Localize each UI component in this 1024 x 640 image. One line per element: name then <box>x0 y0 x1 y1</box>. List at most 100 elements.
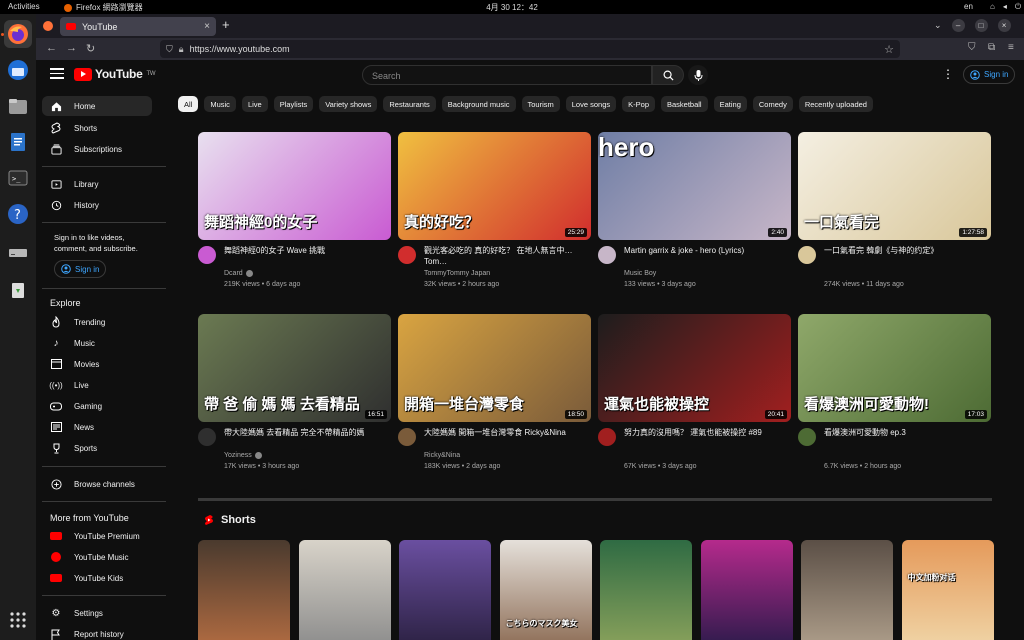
video-thumbnail[interactable]: 真的好吃？ 25:29 <box>398 132 591 240</box>
channel-avatar[interactable] <box>198 246 216 264</box>
short-thumbnail[interactable] <box>399 540 491 640</box>
sidebar-item-news[interactable]: News <box>42 417 152 437</box>
channel-name[interactable]: Music Boy <box>624 270 656 277</box>
minimize-icon[interactable]: – <box>951 19 965 32</box>
filter-chip[interactable]: Eating <box>713 96 747 112</box>
sidebar-item-report-history[interactable]: Report history <box>42 624 152 640</box>
short-thumbnail[interactable] <box>198 540 290 640</box>
short-thumbnail[interactable] <box>298 540 391 640</box>
video-card[interactable]: 看爆澳洲可愛動物! 17:03 看爆澳洲可愛動物 ep.3 6.7K views • … <box>798 314 991 474</box>
channel-name[interactable]: Yoziness <box>224 452 252 459</box>
extensions-icon[interactable]: ⧉ <box>988 42 995 53</box>
back-icon[interactable]: ← <box>46 42 57 54</box>
video-thumbnail[interactable]: 舞蹈神經0的女子 <box>198 132 391 240</box>
search-button[interactable] <box>652 65 684 85</box>
sidebar-item-movies[interactable]: Movies <box>42 354 152 374</box>
sidebar-item-live[interactable]: ((•)) Live <box>42 375 152 395</box>
writer-dock-icon[interactable] <box>4 128 32 156</box>
video-title[interactable]: 看爆澳洲可愛動物 ep.3 <box>824 427 989 438</box>
video-thumbnail[interactable]: hero 2:40 <box>598 132 791 240</box>
short-thumbnail[interactable]: こちらのマスク美女 <box>499 540 592 640</box>
sign-in-button[interactable]: Sign in <box>963 65 1015 84</box>
sidebar-item-gaming[interactable]: Gaming <box>42 396 152 416</box>
clock[interactable]: 4月 30 12：42 <box>0 2 1024 13</box>
filter-chip[interactable]: Music <box>204 96 236 112</box>
maximize-icon[interactable]: □ <box>974 19 988 32</box>
sidebar-item-youtube-premium[interactable]: YouTube Premium <box>42 526 152 546</box>
drive-dock-icon[interactable] <box>4 238 32 266</box>
video-thumbnail[interactable]: 帶 爸 偷 媽 媽 去看精品 16:51 <box>198 314 391 422</box>
more-options-icon[interactable]: ⋮ <box>942 67 954 81</box>
app-menu-icon[interactable]: ≡ <box>1008 42 1014 53</box>
channel-avatar[interactable] <box>198 428 216 446</box>
filter-chip[interactable]: Background music <box>441 96 516 112</box>
sidebar-sign-in-button[interactable]: Sign in <box>54 260 106 278</box>
filter-chip[interactable]: Variety shows <box>319 96 378 112</box>
filter-chip[interactable]: Basketball <box>661 96 708 112</box>
sidebar-item-trending[interactable]: Trending <box>42 312 152 332</box>
video-card[interactable]: 開箱一堆台灣零食 18:50 大陸媽媽 開箱一堆台灣零食 Ricky&Nina Ric… <box>398 314 591 474</box>
pocket-icon[interactable]: ⛉ <box>968 42 976 53</box>
filter-chip[interactable]: Restaurants <box>383 96 436 112</box>
url-text[interactable]: https://www.youtube.com <box>190 44 290 54</box>
sidebar-item-settings[interactable]: ⚙ Settings <box>42 603 152 623</box>
thunderbird-dock-icon[interactable] <box>4 56 32 84</box>
sidebar-item-youtube-music[interactable]: YouTube Music <box>42 547 152 567</box>
video-thumbnail[interactable]: 運氣也能被操控 20:41 <box>598 314 791 422</box>
filter-chip[interactable]: Love songs <box>565 96 617 112</box>
short-thumbnail[interactable]: 中文加粉对话 <box>901 540 994 640</box>
help-dock-icon[interactable]: ? <box>4 200 32 228</box>
lock-icon[interactable]: 🔒︎ <box>179 44 184 55</box>
filter-chip[interactable]: Comedy <box>752 96 793 112</box>
video-title[interactable]: 舞蹈神經0的女子 Wave 挑戰 <box>224 245 389 256</box>
short-thumbnail[interactable] <box>600 540 692 640</box>
channel-avatar[interactable] <box>398 428 416 446</box>
sidebar-item-library[interactable]: Library <box>42 174 152 194</box>
url-bar[interactable]: ⛉ 🔒︎ https://www.youtube.com ☆ <box>160 40 900 58</box>
voice-search-button[interactable] <box>688 65 708 85</box>
close-window-icon[interactable]: × <box>997 19 1011 32</box>
activities-button[interactable]: Activities <box>8 2 40 11</box>
new-tab-button[interactable]: + <box>222 17 230 32</box>
video-card[interactable]: 運氣也能被操控 20:41 努力真的沒用嗎？ 運氣也能被操控 #89 67K view… <box>598 314 791 474</box>
video-card[interactable]: 一口氣看完 1:27:58 一口氣看完 韓劇《与神的约定》 274K views • … <box>798 132 991 292</box>
bookmark-star-icon[interactable]: ☆ <box>884 43 894 56</box>
filter-chip[interactable]: Tourism <box>521 96 560 112</box>
video-title[interactable]: 一口氣看完 韓劇《与神的约定》 <box>824 245 989 256</box>
channel-avatar[interactable] <box>798 428 816 446</box>
filter-chip[interactable]: All <box>178 96 199 112</box>
video-title[interactable]: Martin garrix & joke - hero (Lyrics) <box>624 245 789 256</box>
video-thumbnail[interactable]: 看爆澳洲可愛動物! 17:03 <box>798 314 991 422</box>
sidebar-item-music[interactable]: ♪ Music <box>42 333 152 353</box>
sidebar-item-subscriptions[interactable]: Subscriptions <box>42 139 152 159</box>
search-input[interactable] <box>363 67 651 85</box>
forward-icon[interactable]: → <box>66 42 77 54</box>
video-card[interactable]: 真的好吃？ 25:29 觀光客必吃的 真的好吃？ 在地人無言中…Tom… TommyT… <box>398 132 591 292</box>
video-card[interactable]: 帶 爸 偷 媽 媽 去看精品 16:51 帶大陸媽媽 去看精品 完全不帶精品的媽 Yo… <box>198 314 391 474</box>
video-card[interactable]: 舞蹈神經0的女子 舞蹈神經0的女子 Wave 挑戰 Dcard 219K views … <box>198 132 391 292</box>
filter-chip[interactable]: Playlists <box>273 96 314 112</box>
short-thumbnail[interactable] <box>700 540 793 640</box>
channel-name[interactable]: Dcard <box>224 270 243 277</box>
shield-icon[interactable]: ⛉ <box>166 44 173 55</box>
tab-youtube[interactable]: YouTube × <box>60 17 216 36</box>
terminal-dock-icon[interactable]: >_ <box>4 164 32 192</box>
channel-avatar[interactable] <box>798 246 816 264</box>
list-tabs-icon[interactable]: ⌄ <box>934 20 942 31</box>
video-title[interactable]: 觀光客必吃的 真的好吃？ 在地人無言中…Tom… <box>424 245 589 267</box>
reload-icon[interactable]: ↻ <box>86 42 95 55</box>
filter-chip[interactable]: K-Pop <box>622 96 655 112</box>
trash-dock-icon[interactable] <box>4 276 32 304</box>
show-apps-icon[interactable] <box>4 606 32 634</box>
short-thumbnail[interactable] <box>801 540 893 640</box>
filter-chip[interactable]: Recently uploaded <box>798 96 873 112</box>
system-tray[interactable]: ⌂ ◂ ⏻ <box>990 2 1021 12</box>
channel-name[interactable]: Ricky&Nina <box>424 452 460 459</box>
app-menu[interactable]: Firefox 網路瀏覽器 <box>64 2 143 13</box>
sidebar-item-shorts[interactable]: Shorts <box>42 118 152 138</box>
video-title[interactable]: 帶大陸媽媽 去看精品 完全不帶精品的媽 <box>224 427 389 438</box>
sidebar-item-history[interactable]: History <box>42 195 152 215</box>
language-indicator[interactable]: en <box>964 2 973 11</box>
sidebar-item-browse-channels[interactable]: Browse channels <box>42 474 152 494</box>
sidebar-item-youtube-kids[interactable]: YouTube Kids <box>42 568 152 588</box>
